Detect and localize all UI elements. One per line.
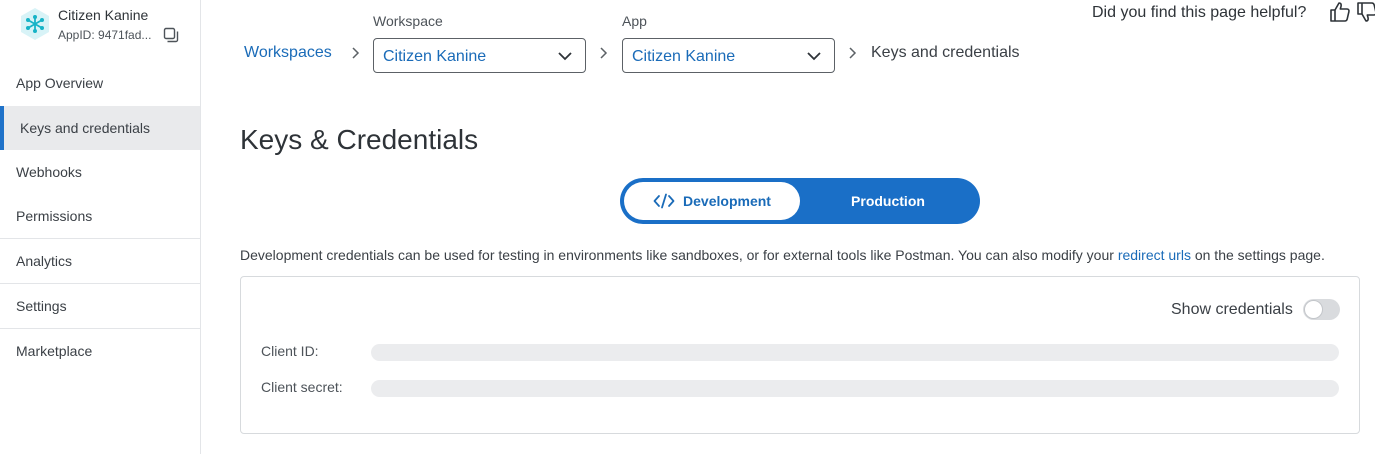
sidebar: Citizen Kanine AppID: 9471fad... App Ove… [0, 0, 201, 454]
development-tab[interactable]: Development [624, 182, 800, 220]
app-header: Citizen Kanine AppID: 9471fad... [16, 4, 196, 48]
sidebar-item-label: Settings [16, 298, 67, 314]
description-text: Development credentials can be used for … [240, 247, 1118, 263]
client-id-label: Client ID: [261, 343, 319, 359]
toggle-knob [1304, 300, 1323, 319]
chevron-right-icon [352, 47, 360, 59]
show-credentials-label: Show credentials [1171, 301, 1293, 318]
environment-toggle: Development Production [620, 178, 980, 224]
app-logo-icon [21, 8, 49, 40]
sidebar-item-keys-and-credentials[interactable]: Keys and credentials [0, 106, 200, 150]
sidebar-item-label: Analytics [16, 253, 73, 269]
client-secret-value-masked [371, 380, 1339, 397]
sidebar-item-webhooks[interactable]: Webhooks [0, 150, 200, 194]
show-credentials-toggle[interactable] [1303, 299, 1340, 320]
copy-icon[interactable] [162, 26, 180, 44]
sidebar-item-label: Keys and credentials [20, 120, 150, 136]
production-tab-label: Production [851, 193, 925, 209]
development-tab-label: Development [683, 193, 771, 209]
client-secret-label: Client secret: [261, 379, 343, 395]
app-select-value: Citizen Kanine [632, 48, 736, 65]
sidebar-item-permissions[interactable]: Permissions [0, 194, 200, 238]
breadcrumb-current: Keys and credentials [871, 44, 1020, 61]
sidebar-item-analytics[interactable]: Analytics [0, 239, 200, 283]
feedback-question: Did you find this page helpful? [1092, 4, 1307, 21]
sidebar-item-settings[interactable]: Settings [0, 284, 200, 328]
sidebar-item-label: Marketplace [16, 343, 93, 359]
sidebar-item-marketplace[interactable]: Marketplace [0, 329, 200, 373]
sidebar-item-label: Permissions [16, 208, 93, 224]
app-label: App [622, 13, 647, 29]
sidebar-item-label: App Overview [16, 75, 104, 91]
thumbs-down-icon[interactable] [1355, 0, 1375, 24]
credentials-description: Development credentials can be used for … [240, 247, 1325, 263]
code-icon [653, 193, 675, 209]
chevron-right-icon [849, 47, 857, 59]
production-tab[interactable]: Production [800, 182, 976, 220]
description-text-end: on the settings page. [1190, 247, 1325, 263]
client-id-value-masked [371, 344, 1339, 361]
workspace-label: Workspace [373, 13, 443, 29]
credentials-card: Show credentials Client ID: Client secre… [240, 276, 1360, 434]
redirect-urls-link[interactable]: redirect urls [1118, 247, 1191, 263]
sidebar-item-label: Webhooks [16, 164, 82, 180]
page-title: Keys & Credentials [240, 124, 479, 155]
breadcrumb-workspaces-link[interactable]: Workspaces [244, 44, 332, 62]
app-name: Citizen Kanine [58, 7, 149, 23]
thumbs-up-icon[interactable] [1328, 0, 1352, 24]
chevron-down-icon [807, 52, 821, 61]
sidebar-item-app-overview[interactable]: App Overview [0, 61, 200, 105]
app-select[interactable]: Citizen Kanine [622, 38, 835, 73]
workspace-select[interactable]: Citizen Kanine [373, 38, 586, 73]
chevron-right-icon [600, 47, 608, 59]
workspace-select-value: Citizen Kanine [383, 48, 487, 65]
chevron-down-icon [558, 52, 572, 61]
app-id: AppID: 9471fad... [58, 28, 152, 42]
